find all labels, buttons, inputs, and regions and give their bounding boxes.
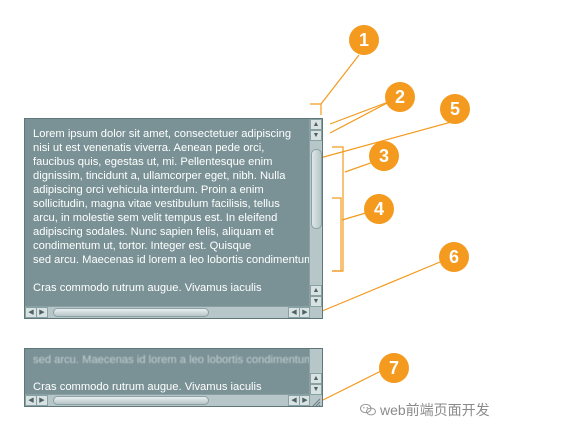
vertical-scrollbar[interactable]: ▲ ▼ ▲ ▼ [309, 119, 322, 307]
marker-5: 5 [440, 94, 470, 124]
faded-line: sed arcu. Maecenas id lorem a leo lobort… [33, 354, 317, 366]
scroll-up-button-secondary[interactable]: ▼ [310, 130, 322, 141]
marker-3: 3 [369, 141, 399, 171]
triangle-down-icon: ▼ [312, 298, 320, 305]
watermark-text: web前端页面开发 [380, 402, 490, 418]
scroll-right-button-left[interactable]: ▶ [36, 395, 48, 406]
text-line: dignissim, tincidunt a, ullamcorper eget… [33, 170, 286, 182]
text-line: adipiscing sodales. Nunc sapien felis, a… [33, 226, 274, 238]
horizontal-scroll-thumb[interactable] [53, 308, 209, 317]
vertical-scrollbar[interactable]: ▲ ▼ [309, 349, 322, 395]
triangle-left-icon: ◀ [28, 309, 34, 316]
scroll-up-button[interactable]: ▲ [310, 373, 322, 384]
scrollable-textarea[interactable]: Lorem ipsum dolor sit amet, consectetuer… [24, 118, 323, 319]
text-line: adipiscing orci vehicula interdum. Proin… [33, 184, 264, 196]
text-line: condimentum ut, tortor. Integer est. Qui… [33, 240, 252, 252]
triangle-left-icon: ◀ [291, 309, 297, 316]
horizontal-scrollbar[interactable]: ◀ ▶ ◀ ▶ [25, 394, 311, 406]
text-line: sollicitudin, magna vitae vestibulum fac… [33, 198, 280, 210]
triangle-up-icon: ▲ [312, 375, 320, 382]
vertical-scroll-thumb[interactable] [311, 149, 322, 229]
text-line: Lorem ipsum dolor sit amet, consectetuer… [33, 128, 292, 140]
horizontal-scrollbar[interactable]: ◀ ▶ ◀ ▶ [25, 306, 311, 318]
text-line: nisi ut est venenatis viverra. Aenean pe… [33, 142, 265, 154]
scroll-corner [309, 306, 322, 318]
triangle-right-icon: ▶ [39, 397, 45, 404]
triangle-left-icon: ◀ [28, 397, 34, 404]
scroll-up-button[interactable]: ▲ [310, 119, 322, 130]
scroll-up-button-bottom[interactable]: ▲ [310, 285, 322, 296]
scroll-right-button-left[interactable]: ▶ [36, 307, 48, 318]
resize-grip-icon-svg [312, 398, 321, 406]
marker-1: 1 [349, 25, 379, 55]
triangle-right-icon: ▶ [302, 309, 308, 316]
marker-2: 2 [385, 82, 415, 112]
triangle-right-icon: ▶ [39, 309, 45, 316]
triangle-up-icon: ▲ [312, 121, 320, 128]
triangle-right-icon: ▶ [302, 397, 308, 404]
text-line: arcu, in molestie sem velit tempus est. … [33, 212, 278, 224]
triangle-up-icon: ▲ [312, 287, 320, 294]
triangle-down-icon: ▼ [312, 132, 320, 139]
bottom-line: Cras commodo rutrum augue. Vivamus iacul… [33, 381, 262, 393]
wechat-icon [359, 403, 377, 416]
horizontal-scroll-thumb[interactable] [53, 396, 209, 405]
text-line-last: Cras commodo rutrum augue. Vivamus iacul… [33, 282, 262, 294]
text-line: faucibus quis, egestas ut, mi. Pellentes… [33, 156, 273, 168]
text-line: sed arcu. Maecenas id lorem a leo lobort… [33, 254, 313, 266]
marker-4: 4 [364, 194, 394, 224]
marker-6: 6 [439, 242, 469, 272]
triangle-left-icon: ◀ [291, 397, 297, 404]
resize-grip-icon[interactable] [309, 394, 322, 406]
resizable-textarea-bottom[interactable]: sed arcu. Maecenas id lorem a leo lobort… [24, 348, 323, 407]
triangle-down-icon: ▼ [312, 386, 320, 393]
text-content: Lorem ipsum dolor sit amet, consectetuer… [33, 127, 313, 295]
marker-7: 7 [379, 353, 409, 383]
